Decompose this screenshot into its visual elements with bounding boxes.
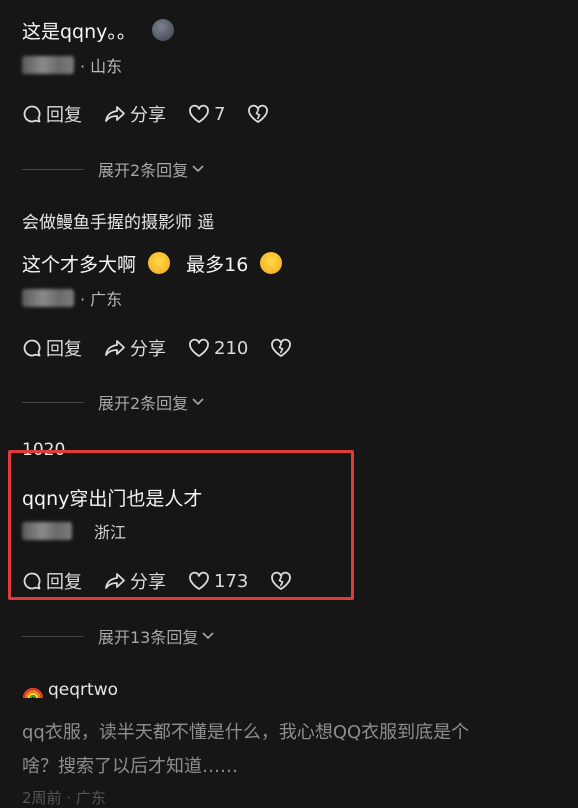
like-count: 7: [214, 103, 226, 125]
comment-1-text: 这是qqny。。: [22, 17, 174, 44]
share-label: 分享: [130, 572, 166, 593]
like-button[interactable]: 210: [188, 338, 248, 359]
comment-1-actions: 回复 分享 7: [22, 101, 291, 127]
broken-heart-icon: [248, 104, 269, 123]
comment-2-location: · 广东: [80, 290, 123, 309]
dislike-button[interactable]: [270, 338, 292, 358]
expand-replies-3[interactable]: 展开13条回复: [22, 624, 215, 648]
like-count: 210: [214, 337, 249, 359]
reply-bubble-icon: [23, 339, 41, 357]
chevron-down-icon: [192, 165, 204, 173]
reply-button[interactable]: 回复: [22, 101, 82, 127]
share-label: 分享: [130, 105, 166, 126]
blurred-timestamp: [22, 522, 72, 540]
like-button[interactable]: 173: [188, 571, 248, 592]
comment-4-meta: 2周前 · 广东: [22, 789, 106, 807]
rainbow-icon: [22, 687, 44, 699]
divider-line: [22, 401, 84, 403]
comment-4-username[interactable]: qeqrtwo: [22, 680, 118, 700]
share-arrow-icon: [105, 106, 125, 122]
dislike-button[interactable]: [270, 571, 292, 591]
reply-button[interactable]: 回复: [22, 335, 82, 361]
expand-replies-2[interactable]: 展开2条回复: [22, 390, 205, 414]
heart-icon: [189, 338, 209, 357]
comment-2-text-part1: 这个才多大啊: [22, 254, 137, 276]
comment-3-text: qqny穿出门也是人才: [22, 488, 203, 510]
comment-2-actions: 回复 分享 210: [22, 335, 314, 361]
comment-2-username[interactable]: 会做鳗鱼手握的摄影师 遥: [22, 208, 214, 233]
ghost-face-emoji-icon: [151, 19, 174, 41]
comment-1-location: · 山东: [80, 57, 123, 76]
broken-heart-icon: [271, 571, 292, 590]
share-button[interactable]: 分享: [104, 335, 166, 361]
share-button[interactable]: 分享: [104, 101, 166, 127]
reply-bubble-icon: [23, 572, 41, 590]
heart-icon: [189, 104, 209, 123]
blurred-timestamp: [22, 289, 74, 307]
comment-4-text-line1: qq衣服，读半天都不懂是什么，我心想QQ衣服到底是个: [22, 722, 470, 743]
like-count: 173: [214, 570, 249, 592]
reply-button[interactable]: 回复: [22, 568, 82, 594]
expand-replies-label: 展开2条回复: [98, 161, 189, 180]
comment-2-text: 这个才多大啊 最多16: [22, 250, 283, 277]
comment-2-text-part2: 最多16: [186, 254, 249, 276]
reply-label: 回复: [46, 105, 82, 126]
reply-label: 回复: [46, 339, 82, 360]
dislike-button[interactable]: [247, 104, 269, 124]
comment-3-location: 浙江: [94, 523, 127, 542]
blurred-timestamp: [22, 56, 74, 74]
reply-label: 回复: [46, 572, 82, 593]
comment-3-actions: 回复 分享 173: [22, 568, 314, 594]
expand-replies-label: 展开2条回复: [98, 394, 189, 413]
comment-1-text-content: 这是qqny。。: [22, 21, 136, 43]
comment-3-meta: 浙江: [22, 519, 126, 543]
share-button[interactable]: 分享: [104, 568, 166, 594]
reply-bubble-icon: [23, 105, 41, 123]
expand-replies-1[interactable]: 展开2条回复: [22, 157, 205, 181]
heart-icon: [189, 571, 209, 590]
expand-replies-label: 展开13条回复: [98, 628, 199, 647]
comment-1-meta: · 山东: [22, 53, 122, 77]
comment-2-meta: · 广东: [22, 286, 122, 310]
like-button[interactable]: 7: [188, 104, 225, 125]
share-label: 分享: [130, 339, 166, 360]
share-arrow-icon: [105, 340, 125, 356]
share-arrow-icon: [105, 573, 125, 589]
divider-line: [22, 635, 84, 637]
laughing-crying-emoji-icon: [148, 252, 171, 274]
comment-4-username-text: qeqrtwo: [48, 680, 119, 700]
laughing-crying-emoji-icon: [260, 252, 283, 274]
comment-4-text-line2: 啥？搜索了以后才知道……: [22, 756, 238, 777]
chevron-down-icon: [202, 632, 214, 640]
divider-line: [22, 168, 84, 170]
chevron-down-icon: [192, 398, 204, 406]
broken-heart-icon: [271, 338, 292, 357]
